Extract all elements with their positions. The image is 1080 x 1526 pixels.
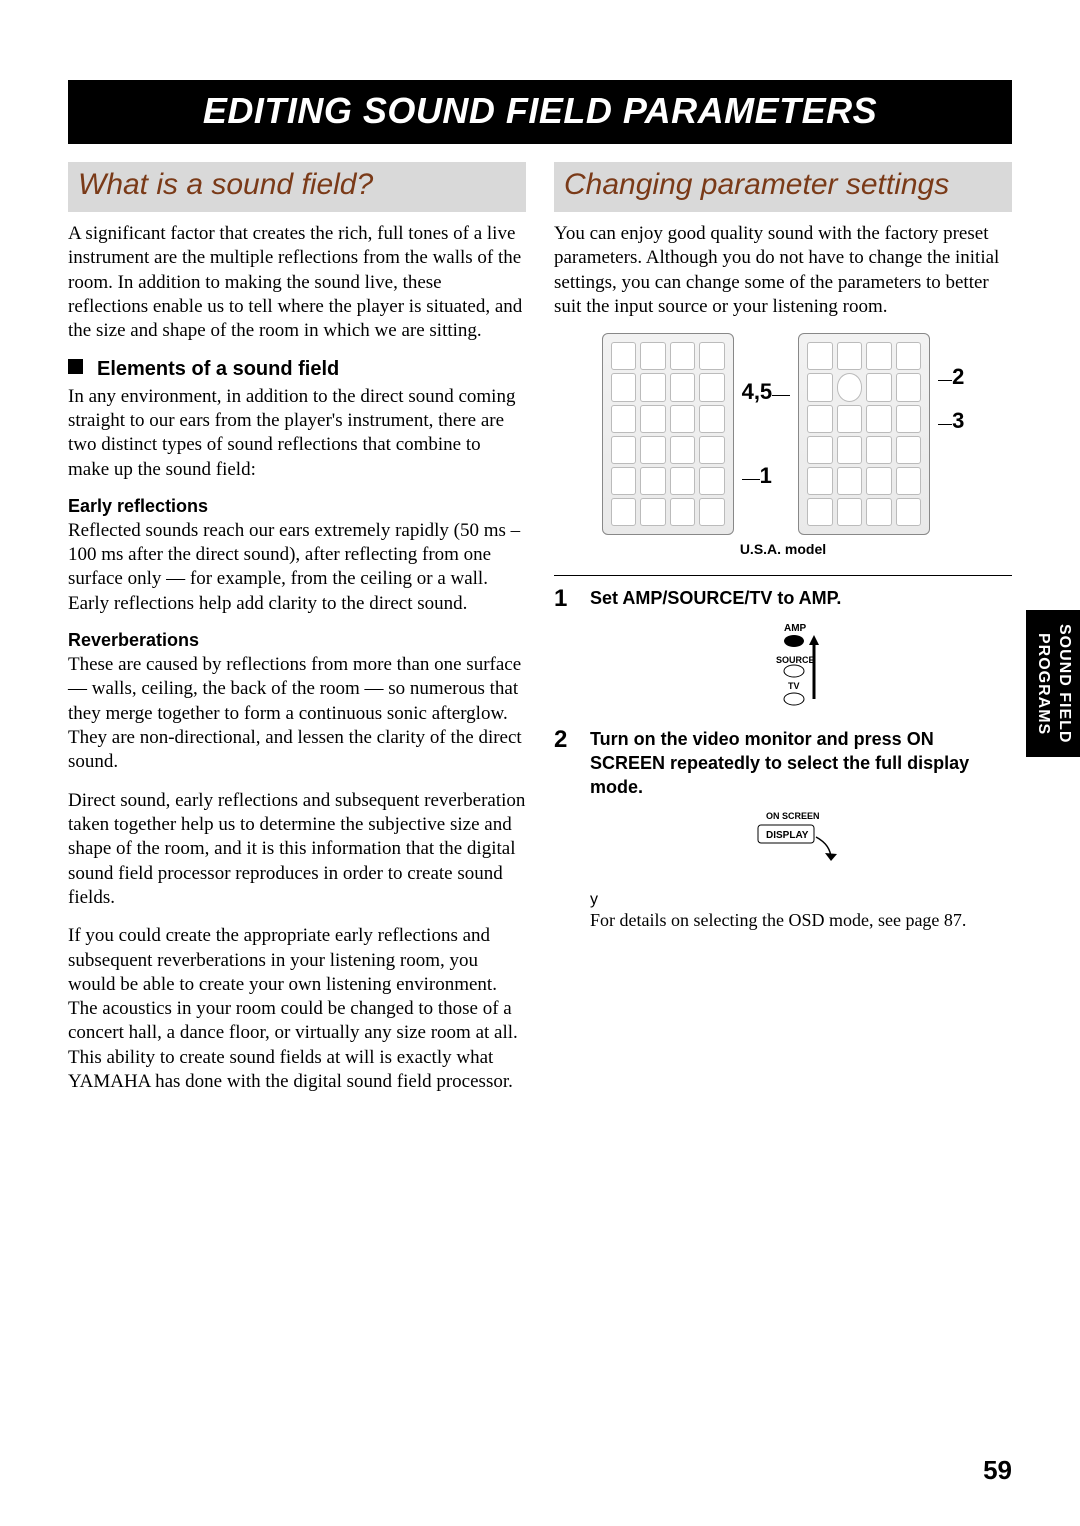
callout-3: 3	[952, 408, 964, 433]
intro-paragraph: A significant factor that creates the ri…	[68, 222, 526, 344]
early-reflections-heading: Early reflections	[68, 496, 526, 517]
chapter-banner: EDITING SOUND FIELD PARAMETERS	[68, 80, 1012, 144]
remote-left-diagram	[602, 333, 734, 535]
step-1-number: 1	[554, 586, 576, 612]
step-1-text: Set AMP/SOURCE/TV to AMP.	[590, 586, 1012, 610]
switch-label-source: SOURCE	[776, 655, 815, 665]
side-tab-line2: PROGRAMS	[1035, 633, 1052, 735]
remote-right-diagram	[798, 333, 930, 535]
changing-intro: You can enjoy good quality sound with th…	[554, 222, 1012, 319]
switch-label-tv: TV	[788, 681, 800, 691]
callout-45: 4,5	[742, 379, 773, 404]
step-separator	[554, 575, 1012, 576]
side-tab: SOUND FIELD PROGRAMS	[1026, 610, 1080, 757]
paragraph-4: If you could create the appropriate earl…	[68, 924, 526, 1094]
switch-label-amp: AMP	[784, 623, 807, 634]
reverberations-body: These are caused by reflections from mor…	[68, 653, 526, 775]
on-screen-label: ON SCREEN	[766, 811, 820, 821]
press-arrow-icon	[825, 853, 837, 861]
step-1-figure: AMP SOURCE TV	[590, 619, 1012, 709]
side-tab-line1: SOUND FIELD	[1056, 624, 1073, 743]
arrow-up-icon	[809, 635, 819, 645]
step-2-figure: ON SCREEN DISPLAY	[590, 807, 1012, 877]
page-number: 59	[983, 1455, 1012, 1486]
model-caption: U.S.A. model	[554, 541, 1012, 557]
section-header-what-is: What is a sound field?	[68, 162, 526, 212]
elements-heading-text: Elements of a sound field	[97, 358, 339, 380]
callout-1: 1	[760, 463, 772, 488]
section-header-changing: Changing parameter settings	[554, 162, 1012, 212]
step-2-number: 2	[554, 727, 576, 753]
remote-figure: 4,5 1	[554, 333, 1012, 557]
right-column: Changing parameter settings You can enjo…	[554, 162, 1012, 1108]
step-1: 1 Set AMP/SOURCE/TV to AMP. AMP SOURCE T…	[554, 586, 1012, 712]
elements-heading: Elements of a sound field	[68, 358, 526, 381]
footnote-marker: y	[590, 891, 1012, 909]
early-reflections-body: Reflected sounds reach our ears extremel…	[68, 519, 526, 616]
elements-body: In any environment, in addition to the d…	[68, 385, 526, 482]
step-2: 2 Turn on the video monitor and press ON…	[554, 727, 1012, 882]
step-2-text: Turn on the video monitor and press ON S…	[590, 727, 1012, 800]
amp-switch-icon: AMP SOURCE TV	[746, 619, 856, 709]
on-screen-button-icon: ON SCREEN DISPLAY	[736, 807, 866, 877]
left-column: What is a sound field? A significant fac…	[68, 162, 526, 1108]
paragraph-3: Direct sound, early reflections and subs…	[68, 789, 526, 911]
display-button-label: DISPLAY	[766, 830, 809, 841]
callout-2: 2	[952, 364, 964, 389]
reverberations-heading: Reverberations	[68, 630, 526, 651]
footnote-body: For details on selecting the OSD mode, s…	[590, 909, 1012, 932]
square-bullet-icon	[68, 359, 83, 374]
